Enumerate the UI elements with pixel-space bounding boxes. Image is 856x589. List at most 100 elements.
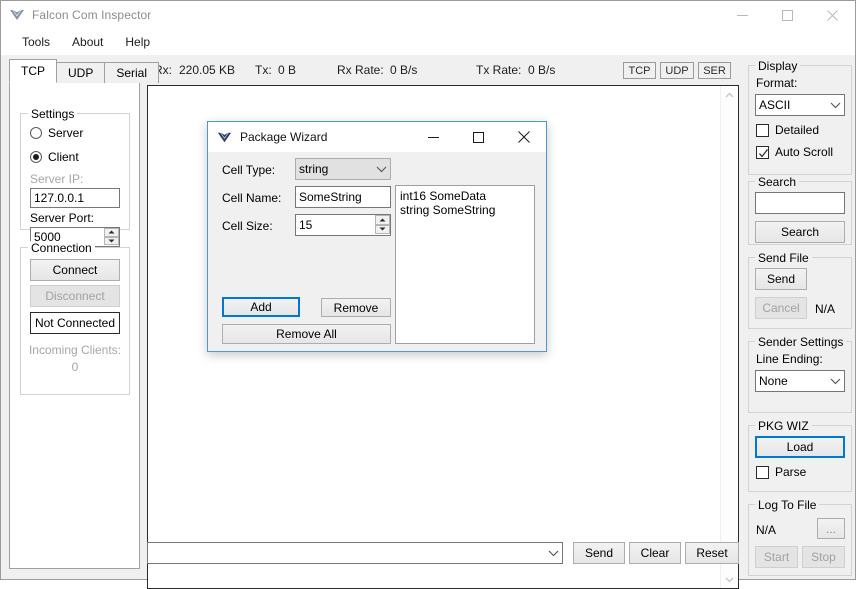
chevron-up-icon[interactable] [721, 86, 738, 103]
radio-server[interactable]: Server [30, 126, 83, 140]
pkg-wiz-group-label: PKG WIZ [755, 419, 812, 433]
browse-log-file-button[interactable]: ... [817, 518, 845, 539]
search-group: Search Search [748, 175, 852, 245]
rx-rate-label: Rx Rate: [337, 63, 384, 77]
log-to-file-group: Log To File N/A ... Start Stop [748, 498, 852, 576]
start-log-button: Start [755, 546, 798, 568]
clear-button[interactable]: Clear [629, 542, 681, 564]
server-ip-input[interactable] [30, 188, 120, 208]
chevron-down-icon[interactable] [376, 158, 387, 180]
dialog-title: Package Wizard [240, 130, 328, 144]
detailed-checkbox[interactable] [756, 123, 769, 137]
search-input[interactable] [755, 192, 845, 214]
cell-size-stepper[interactable] [295, 214, 391, 236]
incoming-clients-label: Incoming Clients: [28, 343, 122, 357]
spin-up-icon[interactable] [375, 215, 390, 225]
send-file-button[interactable]: Send [755, 268, 807, 290]
stop-log-button: Stop [802, 546, 845, 568]
tab-udp[interactable]: UDP [56, 62, 106, 83]
badge-udp: UDP [660, 62, 694, 79]
application-window: Falcon Com Inspector Tools About Help TC… [0, 0, 856, 589]
menu-item-help[interactable]: Help [114, 32, 161, 52]
tab-tcp[interactable]: TCP [9, 59, 57, 83]
menu-bar: Tools About Help [1, 29, 855, 55]
incoming-clients-value: 0 [71, 360, 79, 374]
auto-scroll-checkbox-row[interactable]: Auto Scroll [756, 145, 833, 159]
stats-bar: Rx: 220.05 KB Tx: 0 B Rx Rate: 0 B/s Tx … [147, 60, 739, 82]
format-combobox[interactable]: ASCII [755, 94, 845, 116]
menu-item-about[interactable]: About [61, 32, 114, 52]
server-ip-label: Server IP: [30, 172, 84, 186]
radio-client-label: Client [48, 150, 79, 164]
tab-serial[interactable]: Serial [104, 62, 160, 83]
load-button[interactable]: Load [755, 436, 845, 458]
parse-checkbox-row[interactable]: Parse [756, 465, 806, 479]
server-port-label: Server Port: [30, 211, 95, 225]
sender-settings-group-label: Sender Settings [755, 335, 847, 349]
add-cell-button[interactable]: Add [222, 297, 300, 317]
connection-group-label: Connection [28, 241, 95, 255]
menu-item-tools[interactable]: Tools [11, 32, 61, 52]
auto-scroll-checkbox[interactable] [756, 145, 769, 159]
connection-status-badge: Not Connected [30, 312, 120, 334]
maximize-button[interactable] [765, 1, 810, 29]
title-bar: Falcon Com Inspector [1, 1, 855, 29]
parse-checkbox[interactable] [756, 465, 769, 479]
spin-up-icon[interactable] [104, 228, 119, 237]
send-button[interactable]: Send [573, 542, 625, 564]
minimize-button[interactable] [720, 1, 765, 29]
cell-type-combobox[interactable]: string [295, 158, 391, 180]
tcp-settings-panel: Settings Server Client Server IP: Server… [9, 82, 140, 569]
chevron-down-icon[interactable] [548, 542, 559, 564]
dialog-close-button[interactable] [501, 122, 546, 152]
tx-label: Tx: [255, 63, 272, 77]
window-controls [720, 1, 855, 29]
cancel-send-file-button: Cancel [755, 297, 807, 319]
reset-button[interactable]: Reset [685, 542, 739, 564]
send-file-group-label: Send File [755, 251, 812, 265]
server-port-spin-buttons[interactable] [104, 228, 119, 245]
log-content [148, 86, 738, 94]
chevron-down-icon[interactable] [830, 370, 841, 392]
rx-rate-value: 0 B/s [390, 63, 418, 77]
close-button[interactable] [810, 1, 855, 29]
log-vertical-scrollbar[interactable] [720, 86, 738, 588]
right-sidebar: Display Format: ASCII Detailed Auto Scro… [745, 55, 855, 579]
badge-tcp: TCP [623, 62, 656, 79]
tx-rate-value: 0 B/s [528, 63, 556, 77]
spin-down-icon[interactable] [104, 236, 119, 245]
detailed-checkbox-row[interactable]: Detailed [756, 123, 819, 137]
send-bar: Send Clear Reset [147, 542, 739, 566]
dialog-maximize-button[interactable] [456, 122, 501, 152]
cell-type-label: Cell Type: [222, 163, 276, 177]
dialog-window-controls [411, 122, 546, 152]
connection-group: Connection Connect Disconnect Not Connec… [20, 241, 130, 395]
pkg-wiz-group: PKG WIZ Load Parse [748, 419, 852, 492]
search-button[interactable]: Search [755, 221, 845, 243]
log-file-path: N/A [756, 523, 777, 537]
search-group-label: Search [755, 175, 800, 189]
display-group: Display Format: ASCII Detailed Auto Scro… [748, 59, 852, 175]
spin-down-icon[interactable] [375, 224, 390, 234]
cell-size-label: Cell Size: [222, 219, 273, 233]
dialog-minimize-button[interactable] [411, 122, 456, 152]
display-group-label: Display [755, 59, 801, 73]
chevron-down-icon[interactable] [830, 94, 841, 116]
send-combobox[interactable] [147, 542, 563, 564]
falcon-v-logo-icon [8, 6, 26, 24]
send-input[interactable] [147, 542, 563, 564]
tx-value: 0 B [278, 63, 297, 77]
radio-client[interactable]: Client [30, 150, 79, 164]
cell-list[interactable]: int16 SomeData string SomeString [395, 185, 535, 344]
remove-all-cells-button[interactable]: Remove All [222, 324, 391, 344]
remove-cell-button[interactable]: Remove [321, 298, 391, 317]
radio-server-indicator [30, 127, 42, 139]
connect-button[interactable]: Connect [30, 259, 120, 281]
cell-size-spin-buttons[interactable] [375, 215, 390, 234]
line-ending-combobox[interactable]: None [755, 370, 845, 392]
line-ending-label: Line Ending: [756, 352, 823, 366]
cell-name-input[interactable] [295, 186, 391, 208]
list-item[interactable]: int16 SomeData [400, 189, 530, 203]
format-label: Format: [756, 76, 798, 90]
list-item[interactable]: string SomeString [400, 203, 530, 217]
